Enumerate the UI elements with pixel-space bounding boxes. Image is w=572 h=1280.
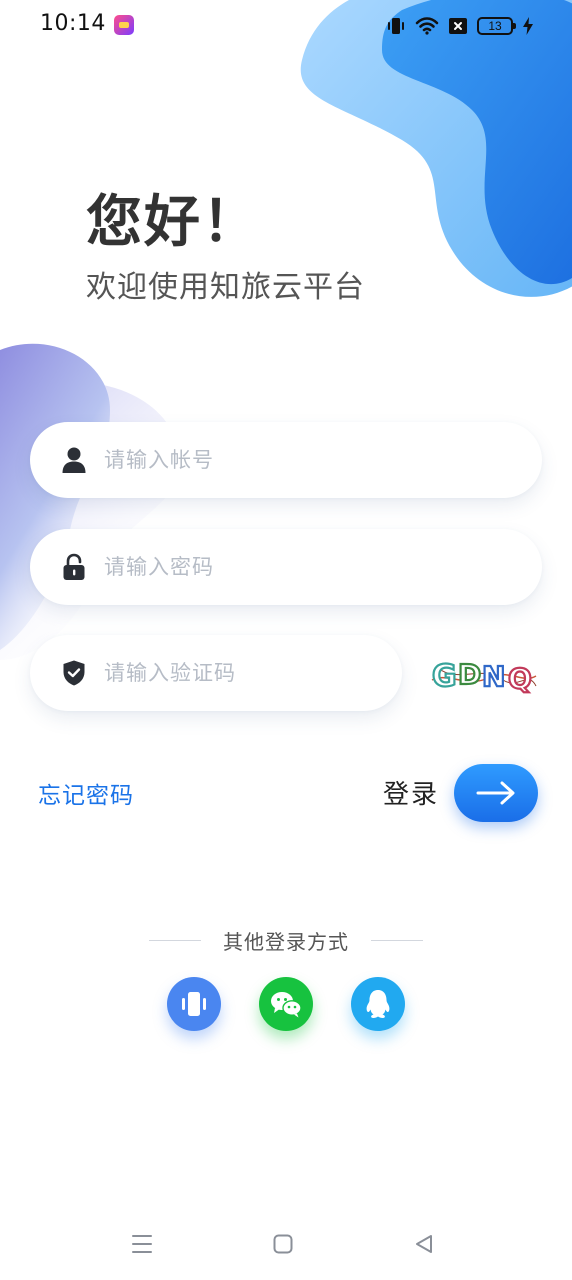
login-button[interactable]	[454, 764, 538, 822]
captcha-char-4: Q	[508, 662, 532, 695]
status-bar: 10:14 13	[0, 0, 572, 52]
wechat-icon	[271, 992, 302, 1018]
back-triangle-icon	[416, 1235, 432, 1253]
no-sim-icon	[449, 18, 467, 34]
password-field[interactable]	[30, 529, 542, 605]
captcha-image[interactable]: G D N Q	[428, 650, 538, 698]
password-input[interactable]	[102, 554, 466, 580]
other-login-label: 其他登录方式	[223, 929, 349, 954]
status-icons: 13	[386, 14, 534, 38]
captcha-char-3: N	[482, 660, 505, 693]
home-square-icon	[273, 1234, 293, 1254]
menu-icon	[132, 1235, 152, 1253]
captcha-char-2: D	[458, 658, 481, 691]
phone-icon	[182, 992, 206, 1016]
account-field[interactable]	[30, 422, 542, 498]
greeting-subtitle: 欢迎使用知旅云平台	[86, 270, 365, 305]
navigation-bar	[0, 1218, 572, 1270]
login-screen: 10:14 13 您好！ 欢迎使用知旅云平台 请输入帐号 请输入验证码 G D …	[0, 0, 572, 1280]
captcha-char-1: G	[432, 659, 457, 694]
divider-left	[149, 939, 201, 941]
battery-icon: 13	[477, 17, 516, 35]
menu-button[interactable]	[126, 1228, 158, 1260]
vibrate-icon	[388, 18, 404, 34]
shield-icon	[60, 659, 88, 687]
charging-icon	[523, 17, 533, 35]
greeting-title: 您好！	[86, 190, 260, 255]
qq-icon	[366, 990, 390, 1018]
lock-icon	[60, 553, 88, 581]
qq-login-button[interactable]	[351, 977, 405, 1031]
user-icon	[60, 446, 88, 474]
captcha-field[interactable]	[30, 635, 402, 711]
account-input[interactable]	[102, 447, 466, 473]
back-button[interactable]	[408, 1228, 440, 1260]
other-login-divider: 其他登录方式	[0, 922, 572, 958]
arrow-right-icon	[476, 781, 515, 805]
login-label: 登录	[383, 780, 440, 810]
greeting: 您好！ 欢迎使用知旅云平台	[86, 188, 365, 308]
captcha-input[interactable]	[102, 660, 336, 686]
app-notification-icon	[114, 15, 134, 35]
divider-right	[371, 939, 423, 941]
wifi-icon	[415, 17, 439, 35]
status-time: 10:14	[40, 11, 106, 36]
home-button[interactable]	[267, 1228, 299, 1260]
wechat-login-button[interactable]	[259, 977, 313, 1031]
forgot-password-link[interactable]: 忘记密码	[38, 776, 134, 810]
phone-login-button[interactable]	[167, 977, 221, 1031]
